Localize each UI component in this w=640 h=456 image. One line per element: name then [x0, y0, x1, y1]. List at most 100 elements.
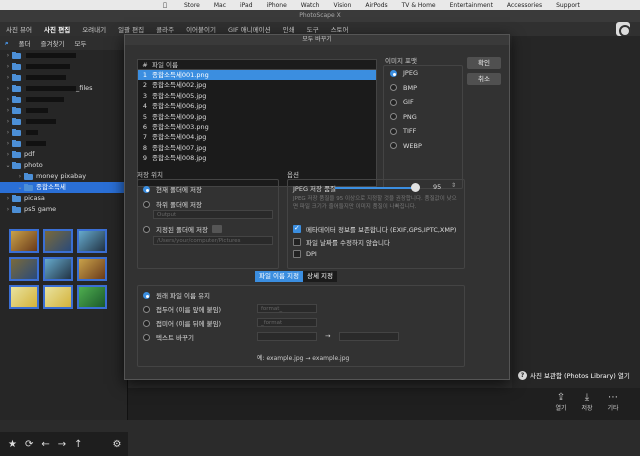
tab-tools[interactable]: 도구	[301, 24, 325, 34]
save-button[interactable]: ⤓ 저장	[574, 392, 600, 412]
tab-cutout[interactable]: 오려내기	[76, 24, 112, 34]
cancel-button[interactable]: 취소	[467, 73, 501, 85]
radio-suffix[interactable]	[143, 319, 150, 327]
menu-item[interactable]: Watch	[301, 2, 320, 9]
menu-item[interactable]: Vision	[333, 2, 351, 9]
quality-stepper-icon[interactable]: ⇕	[451, 182, 456, 189]
tab-store[interactable]: 스토어	[325, 24, 355, 34]
tab-editor[interactable]: 사진 편집	[38, 24, 76, 34]
back-icon[interactable]: ←	[41, 439, 49, 450]
file-row[interactable]: 1 종합소득세001.png	[138, 70, 376, 81]
menu-item[interactable]: Entertainment	[450, 2, 493, 9]
menu-item[interactable]: Support	[556, 2, 580, 9]
thumbnail[interactable]	[9, 257, 39, 281]
folder-item[interactable]: ⌄ photo	[0, 160, 127, 171]
chevron-icon[interactable]: ›	[4, 94, 12, 105]
search-icon[interactable]: ⌕	[0, 39, 14, 48]
format-option[interactable]: GIF	[384, 95, 462, 110]
radio-replace[interactable]	[143, 333, 150, 341]
file-row[interactable]: 9 종합소득세008.jpg	[138, 153, 376, 163]
refresh-icon[interactable]: ⟳	[25, 439, 33, 450]
format-radio[interactable]	[390, 127, 397, 135]
tab-batch[interactable]: 일괄 편집	[112, 24, 150, 34]
folder-item[interactable]: › pdf	[0, 149, 127, 160]
folder-item[interactable]: ›	[0, 50, 127, 61]
gear-icon[interactable]: ⚙	[113, 439, 122, 450]
apple-icon[interactable]: 	[160, 2, 170, 9]
chevron-icon[interactable]: ›	[4, 50, 12, 61]
format-radio[interactable]	[390, 98, 397, 106]
thumbnail[interactable]	[77, 285, 108, 309]
chevron-icon[interactable]: ›	[4, 105, 12, 116]
jpeg-quality-slider[interactable]	[335, 187, 413, 189]
thumbnail[interactable]	[43, 285, 74, 309]
menu-item[interactable]: iPad	[240, 2, 253, 9]
radio-keep-name[interactable]	[143, 291, 150, 299]
tab-favorites[interactable]: 즐겨찾기	[36, 38, 70, 48]
photos-library-link[interactable]: ? 사진 보관함 (Photos Library) 열기	[518, 370, 630, 380]
format-option[interactable]: BMP	[384, 81, 462, 96]
chevron-icon[interactable]: ›	[4, 204, 12, 215]
folder-item[interactable]: › ps5 game	[0, 204, 127, 215]
format-option[interactable]: JPEG	[384, 66, 462, 81]
prefix-field[interactable]: format_	[257, 304, 317, 313]
menu-item[interactable]: AirPods	[365, 2, 387, 9]
tab-folder[interactable]: 폴더	[14, 38, 36, 48]
folder-item[interactable]: ›	[0, 61, 127, 72]
menu-item[interactable]: iPhone	[267, 2, 287, 9]
format-radio[interactable]	[390, 84, 397, 92]
more-button[interactable]: ⋯ 기타	[600, 392, 626, 412]
menu-item[interactable]: TV & Home	[402, 2, 436, 9]
format-radio[interactable]	[390, 113, 397, 121]
thumbnail[interactable]	[9, 285, 39, 309]
file-row[interactable]: 4 종합소득세006.jpg	[138, 101, 376, 111]
thumbnail[interactable]	[77, 257, 108, 281]
subfolder-field[interactable]: Output	[153, 210, 273, 219]
thumbnail[interactable]	[9, 229, 39, 253]
chevron-icon[interactable]: ›	[4, 138, 12, 149]
format-option[interactable]: TIFF	[384, 124, 462, 139]
find-text-field[interactable]	[257, 332, 317, 341]
radio-folder[interactable]	[143, 225, 150, 233]
ok-button[interactable]: 확인	[467, 57, 501, 69]
thumbnail[interactable]	[77, 229, 108, 253]
file-row[interactable]: 3 종합소득세005.jpg	[138, 91, 376, 101]
tab-combine[interactable]: 이어붙이기	[180, 24, 222, 34]
file-row[interactable]: 8 종합소득세007.jpg	[138, 143, 376, 153]
replace-text-field[interactable]	[339, 332, 399, 341]
up-icon[interactable]: ↑	[74, 439, 82, 450]
format-radio[interactable]	[390, 142, 397, 150]
folder-item[interactable]: ›	[0, 105, 127, 116]
save-subfolder-option[interactable]: 하위 폴더에 저장	[143, 199, 202, 209]
file-row[interactable]: 2 종합소득세002.jpg	[138, 80, 376, 90]
jpeg-quality-value[interactable]: 95	[433, 183, 441, 191]
folder-item[interactable]: ›	[0, 72, 127, 83]
chevron-icon[interactable]: ›	[4, 83, 12, 94]
keep-metadata-checkbox[interactable]	[293, 224, 301, 233]
thumbnail[interactable]	[43, 257, 74, 281]
star-icon[interactable]: ★	[8, 439, 17, 450]
chevron-icon[interactable]: ⌄	[16, 182, 24, 193]
keep-date-checkbox[interactable]	[293, 238, 301, 246]
dpi-checkbox[interactable]	[293, 250, 301, 258]
chevron-icon[interactable]: ›	[4, 116, 12, 127]
folder-item[interactable]: › _files	[0, 83, 127, 94]
menu-item[interactable]: Accessories	[507, 2, 542, 9]
format-option[interactable]: PNG	[384, 110, 462, 125]
replace-text-option[interactable]: 텍스트 바꾸기	[143, 332, 194, 342]
tab-detail[interactable]: 상세 지정	[303, 271, 338, 282]
save-current-option[interactable]: 현재 폴더에 저장	[143, 184, 202, 194]
keep-date-option[interactable]: 파일 날짜를 수정하지 않습니다	[293, 237, 390, 247]
folder-path-field[interactable]: /Users/your/computer/Pictures	[153, 236, 273, 245]
file-row[interactable]: 7 종합소득세004.jpg	[138, 132, 376, 142]
folder-item[interactable]: ⌄ 종합소득세	[0, 182, 127, 193]
format-option[interactable]: WEBP	[384, 139, 462, 154]
folder-item[interactable]: ›	[0, 138, 127, 149]
prefix-option[interactable]: 접두어 (이름 앞에 붙임)	[143, 304, 221, 314]
dpi-option[interactable]: DPI	[293, 250, 317, 258]
folder-item[interactable]: ›	[0, 116, 127, 127]
chevron-icon[interactable]: ⌄	[4, 160, 12, 171]
chevron-icon[interactable]: ›	[4, 193, 12, 204]
chevron-icon[interactable]: ›	[4, 149, 12, 160]
open-button[interactable]: ⇪ 열기	[548, 392, 574, 412]
